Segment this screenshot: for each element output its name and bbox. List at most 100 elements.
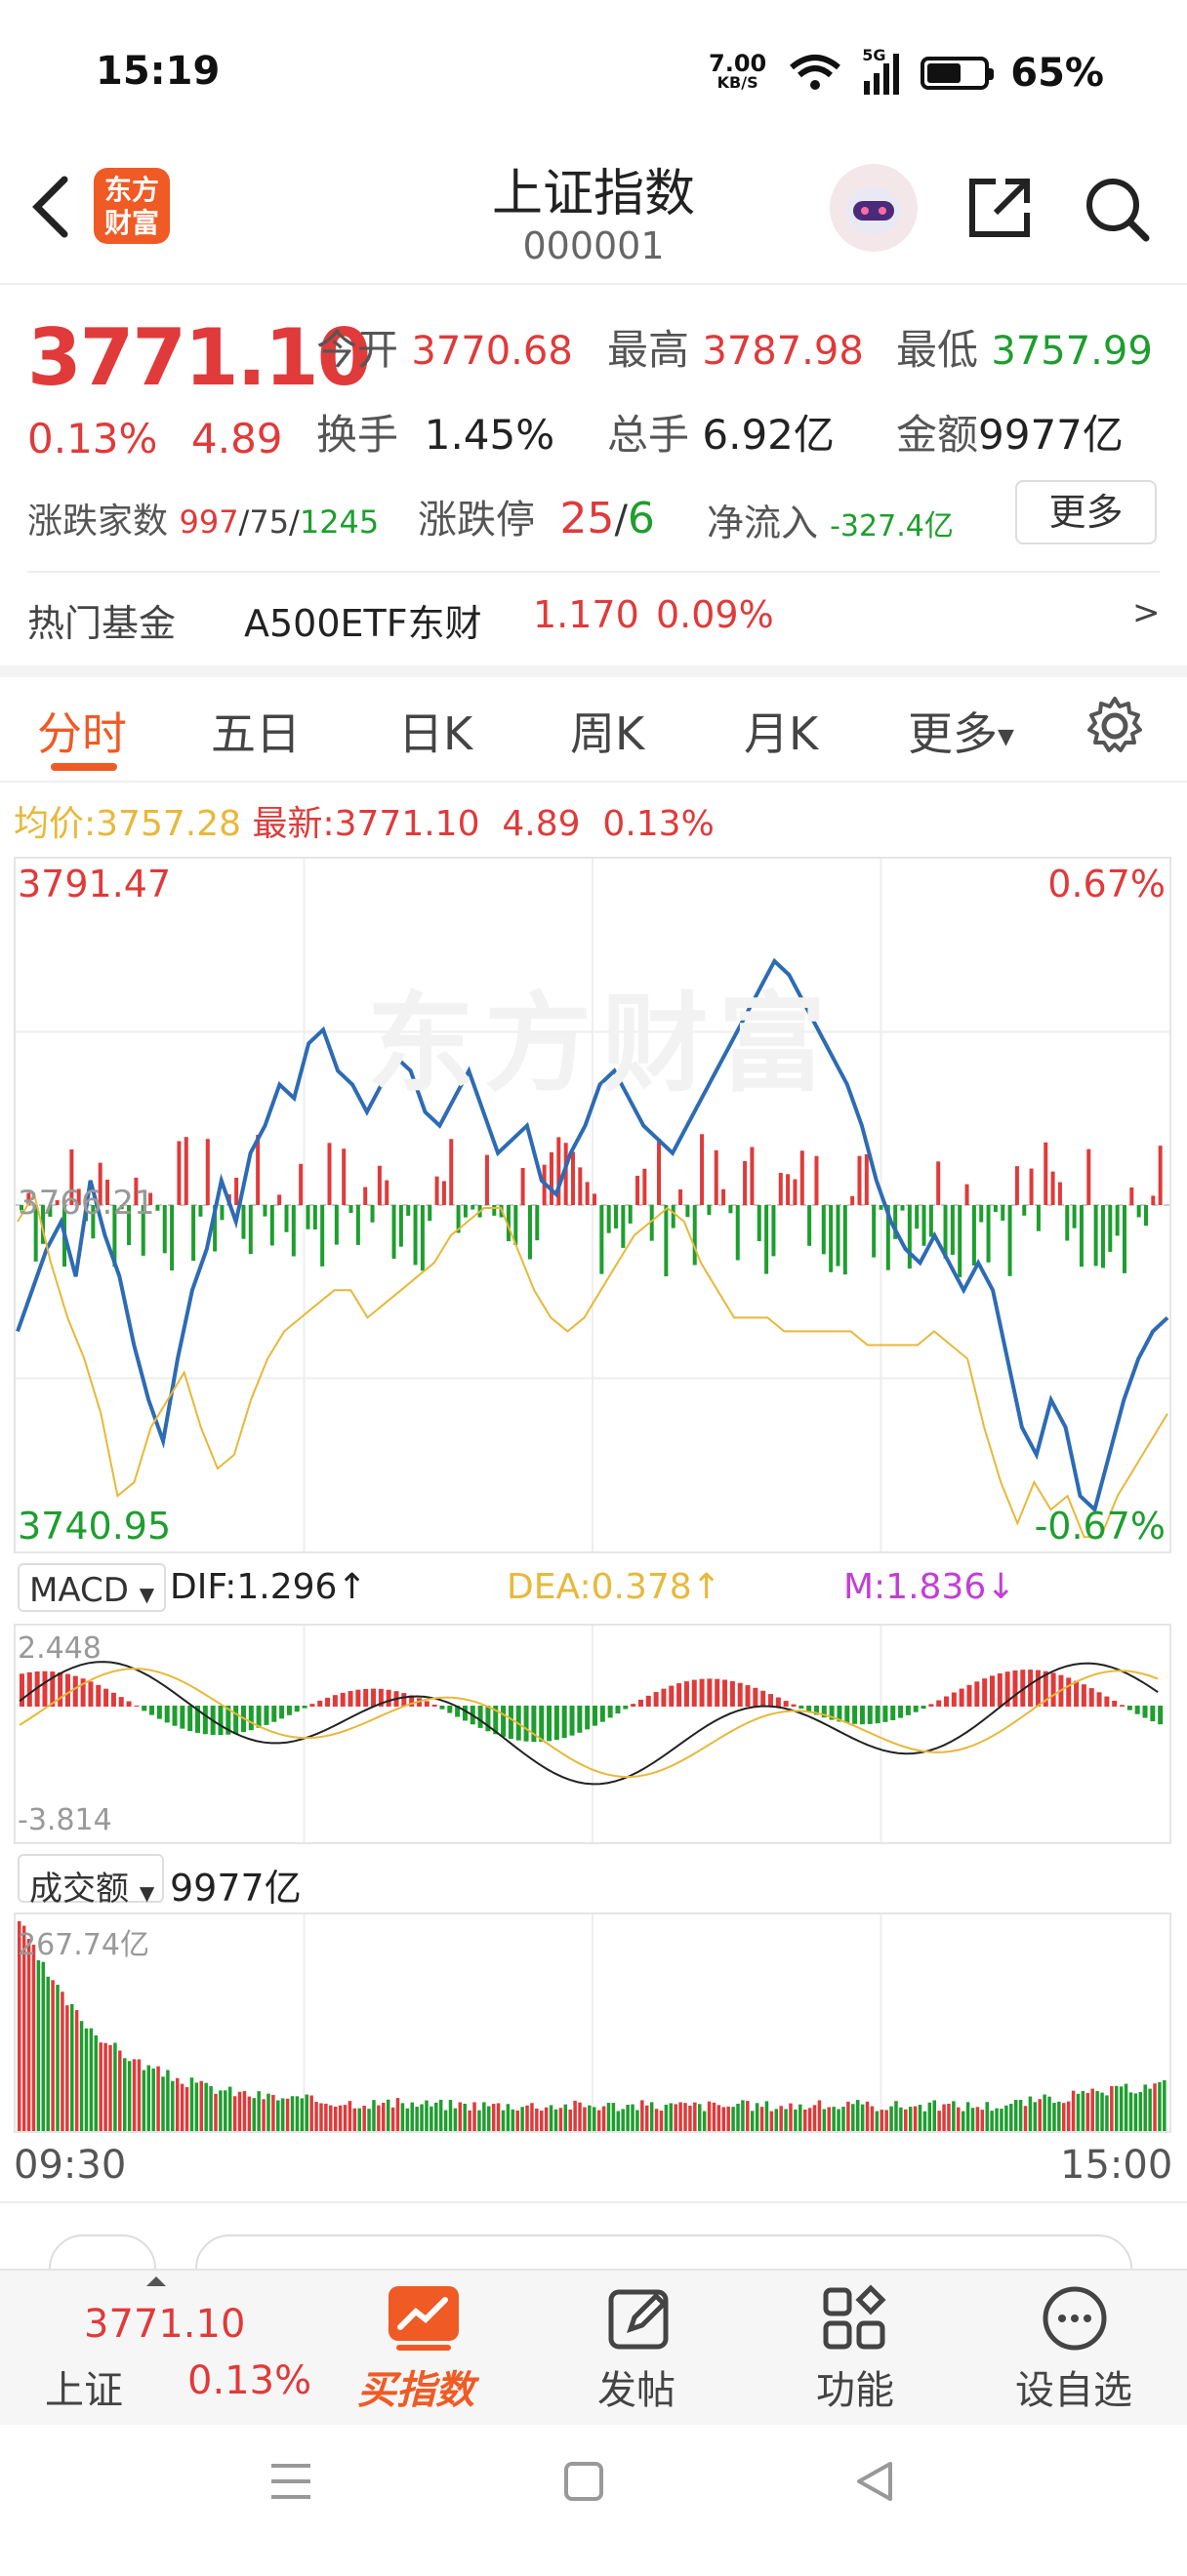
macd-bar — [577, 1706, 583, 1733]
macd-bar — [974, 1681, 980, 1707]
macd-bar — [134, 1705, 140, 1707]
volume-selector-label: 成交额 — [29, 1870, 129, 1909]
volume-bar — [1038, 2099, 1042, 2131]
inflow-value: -327.4亿 — [830, 509, 954, 543]
macd-bar — [26, 1671, 32, 1707]
search-icon[interactable] — [1082, 174, 1152, 244]
nav-add-watchlist[interactable]: 设自选 — [976, 2271, 1171, 2427]
macd-bar — [768, 1694, 774, 1707]
volume-bar — [84, 2028, 89, 2131]
volume-bar — [343, 2105, 348, 2131]
tab-weekly-k[interactable]: 周K — [570, 699, 644, 763]
money-flow-bar — [900, 1205, 905, 1211]
more-button[interactable]: 更多 — [1015, 480, 1157, 544]
tab-five-day[interactable]: 五日 — [211, 699, 301, 763]
volume-bar — [142, 2070, 146, 2131]
macd-chart[interactable]: 2.448 -3.814 — [14, 1624, 1171, 1844]
volume-selector[interactable]: 成交额 ▼ — [18, 1854, 164, 1909]
volume-bar — [870, 2106, 875, 2131]
macd-bar — [386, 1689, 391, 1707]
money-flow-bar — [642, 1168, 647, 1205]
net-speed-value: 7.00 — [709, 50, 767, 77]
money-flow-bar — [162, 1205, 167, 1254]
volume-bar — [232, 2096, 237, 2131]
settings-gear-icon[interactable] — [1084, 695, 1146, 757]
macd-bar — [859, 1706, 865, 1725]
robot-assistant-icon[interactable] — [830, 164, 918, 252]
macd-bar — [875, 1706, 880, 1724]
tab-intraday[interactable]: 分时 — [37, 699, 127, 763]
more-dots-icon — [1043, 2286, 1107, 2351]
volume-bar — [51, 1980, 55, 2131]
intraday-chart[interactable]: 东方财富 3791.47 0.67% 3766.21 3740.95 -0.67… — [14, 857, 1171, 1553]
home-square-icon[interactable] — [562, 2460, 605, 2503]
money-flow-bar — [964, 1184, 969, 1205]
money-flow-bar — [420, 1205, 425, 1271]
money-flow-bar — [907, 1205, 912, 1269]
money-flow-bar — [155, 1205, 160, 1211]
money-flow-bar — [757, 1205, 761, 1241]
money-flow-bar — [971, 1205, 976, 1266]
nav-buy-label: 买指数 — [357, 2368, 474, 2413]
volume-bar — [482, 2102, 486, 2131]
y-min-pct-label: -0.67% — [1034, 1505, 1166, 1548]
volume-bar — [1057, 2101, 1061, 2131]
volume-bar — [300, 2098, 305, 2131]
volume-bar — [285, 2098, 290, 2131]
macd-bar — [1066, 1677, 1072, 1707]
volume-bar — [180, 2083, 184, 2131]
macd-bar — [753, 1687, 758, 1707]
volume-bar — [372, 2100, 376, 2131]
volume-bar — [626, 2105, 630, 2131]
money-flow-bar — [385, 1180, 389, 1205]
macd-bar — [944, 1696, 950, 1707]
money-flow-bar — [585, 1182, 590, 1205]
money-flow-bar — [628, 1205, 633, 1224]
menu-icon[interactable] — [267, 2460, 314, 2503]
macd-y-min-label: -3.814 — [18, 1803, 112, 1837]
macd-bar — [783, 1701, 789, 1707]
tab-more-label: 更多 — [908, 707, 998, 760]
volume-bar — [511, 2109, 515, 2131]
nav-index-price: 3771.10 — [84, 2302, 246, 2347]
macd-bar — [110, 1692, 116, 1707]
money-flow-bar — [205, 1139, 210, 1205]
macd-bar — [637, 1699, 643, 1707]
nav-buy-index[interactable]: 买指数 — [332, 2271, 517, 2427]
money-flow-bar — [306, 1205, 310, 1229]
volume-chart[interactable]: 267.74亿 — [14, 1912, 1171, 2133]
nav-post[interactable]: 发帖 — [547, 2271, 732, 2427]
money-flow-bar — [829, 1205, 834, 1272]
macd-bar — [852, 1706, 858, 1724]
tab-daily-k[interactable]: 日K — [398, 699, 472, 763]
macd-bar — [363, 1688, 369, 1707]
volume-bar — [913, 2106, 918, 2131]
hot-fund-row[interactable]: 热门基金 A500ETF东财 1.170 0.09% > — [0, 582, 1187, 660]
macd-selector[interactable]: MACD ▼ — [18, 1563, 166, 1612]
volume-bar — [1095, 2091, 1099, 2131]
volume-bar — [1124, 2083, 1128, 2131]
volume-bar — [252, 2098, 257, 2131]
nav-index-quote[interactable]: 3771.10 上证 0.13% — [0, 2271, 322, 2427]
volume-bar — [593, 2107, 596, 2131]
tab-more[interactable]: 更多▼ — [908, 699, 1014, 763]
money-flow-bar — [578, 1167, 583, 1205]
money-flow-bar — [342, 1148, 347, 1205]
macd-bar — [401, 1693, 407, 1707]
nav-functions[interactable]: 功能 — [761, 2271, 947, 2427]
volume-bar — [822, 2109, 827, 2131]
macd-bar — [1126, 1706, 1132, 1711]
macd-bar — [1096, 1692, 1102, 1707]
tab-monthly-k[interactable]: 月K — [744, 699, 818, 763]
volume-bar — [750, 2111, 755, 2131]
share-icon[interactable] — [966, 174, 1035, 242]
volume-bar — [314, 2102, 318, 2131]
macd-bar — [615, 1706, 621, 1714]
money-flow-bar — [241, 1205, 246, 1239]
money-flow-bar — [986, 1205, 991, 1263]
money-flow-bar — [1079, 1205, 1084, 1268]
bottom-nav: 3771.10 上证 0.13% 买指数 发帖 功能 设自选 — [0, 2269, 1187, 2425]
money-flow-bar — [857, 1155, 862, 1205]
back-triangle-icon[interactable] — [853, 2458, 896, 2505]
volume-bar — [1018, 2099, 1023, 2131]
